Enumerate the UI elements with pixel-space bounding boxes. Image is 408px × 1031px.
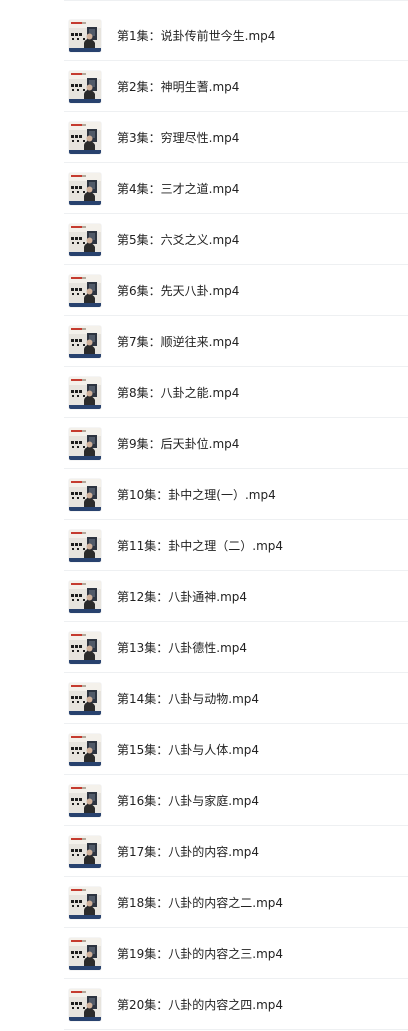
video-file-list: 第1集：说卦传前世今生.mp4 第2集：神明生蓍.mp4 第3集：穷理尽性.mp… (0, 0, 408, 1031)
file-name: 第15集：八卦与人体.mp4 (117, 742, 260, 757)
video-thumbnail[interactable] (69, 70, 101, 103)
video-thumbnail[interactable] (69, 478, 101, 511)
file-row[interactable]: 第5集：六爻之义.mp4 (0, 214, 408, 265)
video-thumbnail[interactable] (69, 223, 101, 256)
video-thumbnail[interactable] (69, 325, 101, 358)
file-row[interactable]: 第4集：三才之道.mp4 (0, 163, 408, 214)
file-name: 第10集：卦中之理(一）.mp4 (117, 487, 276, 502)
file-name: 第8集：八卦之能.mp4 (117, 385, 240, 400)
file-name: 第19集：八卦的内容之三.mp4 (117, 946, 284, 961)
file-row[interactable]: 第7集：顺逆往来.mp4 (0, 316, 408, 367)
file-row[interactable]: 第13集：八卦德性.mp4 (0, 622, 408, 673)
file-name: 第2集：神明生蓍.mp4 (117, 79, 240, 94)
file-name: 第3集：穷理尽性.mp4 (117, 130, 240, 145)
video-thumbnail[interactable] (69, 835, 101, 868)
file-row[interactable]: 第1集：说卦传前世今生.mp4 (0, 10, 408, 61)
file-name: 第17集：八卦的内容.mp4 (117, 844, 260, 859)
video-thumbnail[interactable] (69, 988, 101, 1021)
file-name: 第11集：卦中之理（二）.mp4 (117, 538, 284, 553)
file-row[interactable]: 第16集：八卦与家庭.mp4 (0, 775, 408, 826)
video-thumbnail[interactable] (69, 631, 101, 664)
file-name: 第5集：六爻之义.mp4 (117, 232, 240, 247)
file-row[interactable]: 第11集：卦中之理（二）.mp4 (0, 520, 408, 571)
file-row[interactable]: 第6集：先天八卦.mp4 (0, 265, 408, 316)
file-row[interactable]: 第15集：八卦与人体.mp4 (0, 724, 408, 775)
file-row[interactable]: 第2集：神明生蓍.mp4 (0, 61, 408, 112)
file-row[interactable]: 第17集：八卦的内容.mp4 (0, 826, 408, 877)
file-name: 第12集：八卦通神.mp4 (117, 589, 248, 604)
file-row[interactable]: 第19集：八卦的内容之三.mp4 (0, 928, 408, 979)
file-name: 第20集：八卦的内容之四.mp4 (117, 997, 284, 1012)
list-top-divider (64, 0, 408, 1)
video-thumbnail[interactable] (69, 529, 101, 562)
file-row[interactable]: 第18集：八卦的内容之二.mp4 (0, 877, 408, 928)
video-thumbnail[interactable] (69, 376, 101, 409)
video-thumbnail[interactable] (69, 580, 101, 613)
file-row[interactable]: 第3集：穷理尽性.mp4 (0, 112, 408, 163)
video-thumbnail[interactable] (69, 274, 101, 307)
video-thumbnail[interactable] (69, 427, 101, 460)
video-thumbnail[interactable] (69, 682, 101, 715)
video-thumbnail[interactable] (69, 172, 101, 205)
file-name: 第16集：八卦与家庭.mp4 (117, 793, 260, 808)
file-name: 第9集：后天卦位.mp4 (117, 436, 240, 451)
file-row[interactable]: 第9集：后天卦位.mp4 (0, 418, 408, 469)
file-row[interactable]: 第12集：八卦通神.mp4 (0, 571, 408, 622)
video-thumbnail[interactable] (69, 937, 101, 970)
file-name: 第18集：八卦的内容之二.mp4 (117, 895, 284, 910)
file-name: 第7集：顺逆往来.mp4 (117, 334, 240, 349)
file-row[interactable]: 第20集：八卦的内容之四.mp4 (0, 979, 408, 1030)
file-name: 第1集：说卦传前世今生.mp4 (117, 28, 276, 43)
video-thumbnail[interactable] (69, 121, 101, 154)
file-row[interactable]: 第8集：八卦之能.mp4 (0, 367, 408, 418)
video-thumbnail[interactable] (69, 733, 101, 766)
file-name: 第6集：先天八卦.mp4 (117, 283, 240, 298)
file-name: 第13集：八卦德性.mp4 (117, 640, 248, 655)
video-thumbnail[interactable] (69, 886, 101, 919)
video-thumbnail[interactable] (69, 19, 101, 52)
file-row[interactable]: 第14集：八卦与动物.mp4 (0, 673, 408, 724)
file-row[interactable]: 第10集：卦中之理(一）.mp4 (0, 469, 408, 520)
file-name: 第4集：三才之道.mp4 (117, 181, 240, 196)
video-thumbnail[interactable] (69, 784, 101, 817)
file-name: 第14集：八卦与动物.mp4 (117, 691, 260, 706)
